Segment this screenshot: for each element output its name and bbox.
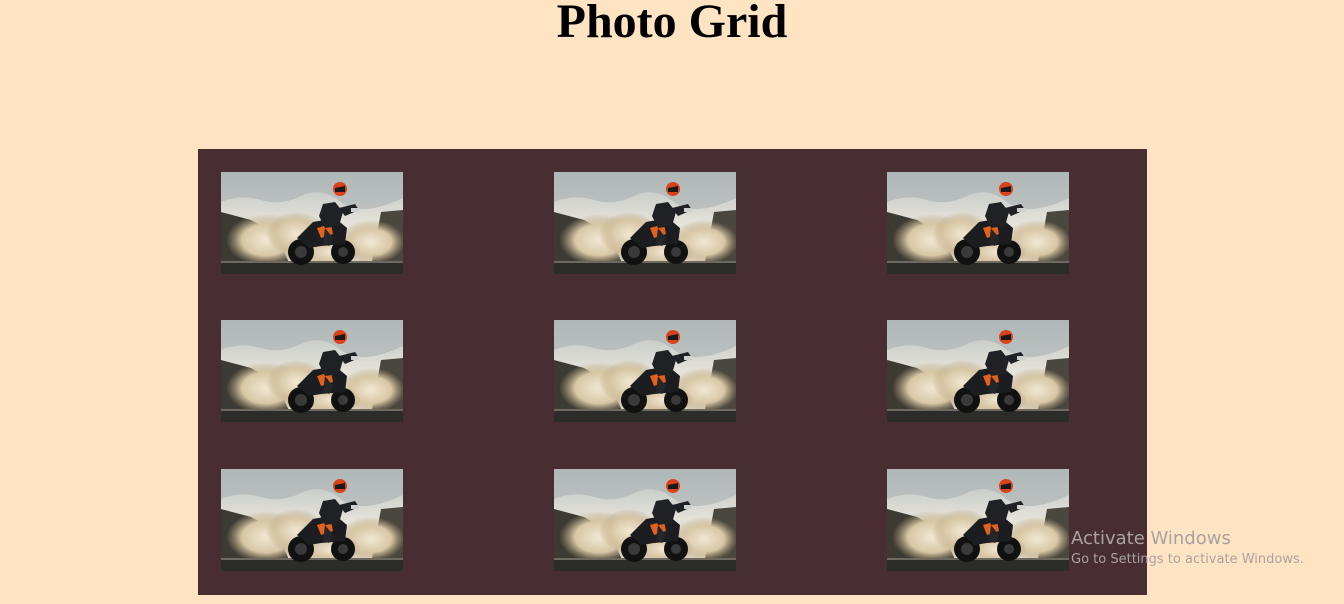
grid-photo bbox=[887, 172, 1069, 274]
page-title: Photo Grid bbox=[556, 0, 788, 48]
grid-photo bbox=[221, 320, 403, 422]
watermark-subtitle: Go to Settings to activate Windows. bbox=[1071, 552, 1304, 567]
grid-photo bbox=[554, 320, 736, 422]
grid-photo bbox=[221, 172, 403, 274]
watermark-title: Activate Windows bbox=[1071, 528, 1231, 549]
photo-grid bbox=[198, 149, 1147, 595]
grid-photo bbox=[554, 469, 736, 571]
grid-photo bbox=[221, 469, 403, 571]
grid-photo bbox=[554, 172, 736, 274]
grid-photo bbox=[887, 469, 1069, 571]
activate-windows-watermark: Activate Windows Go to Settings to activ… bbox=[1071, 528, 1304, 570]
grid-photo bbox=[887, 320, 1069, 422]
